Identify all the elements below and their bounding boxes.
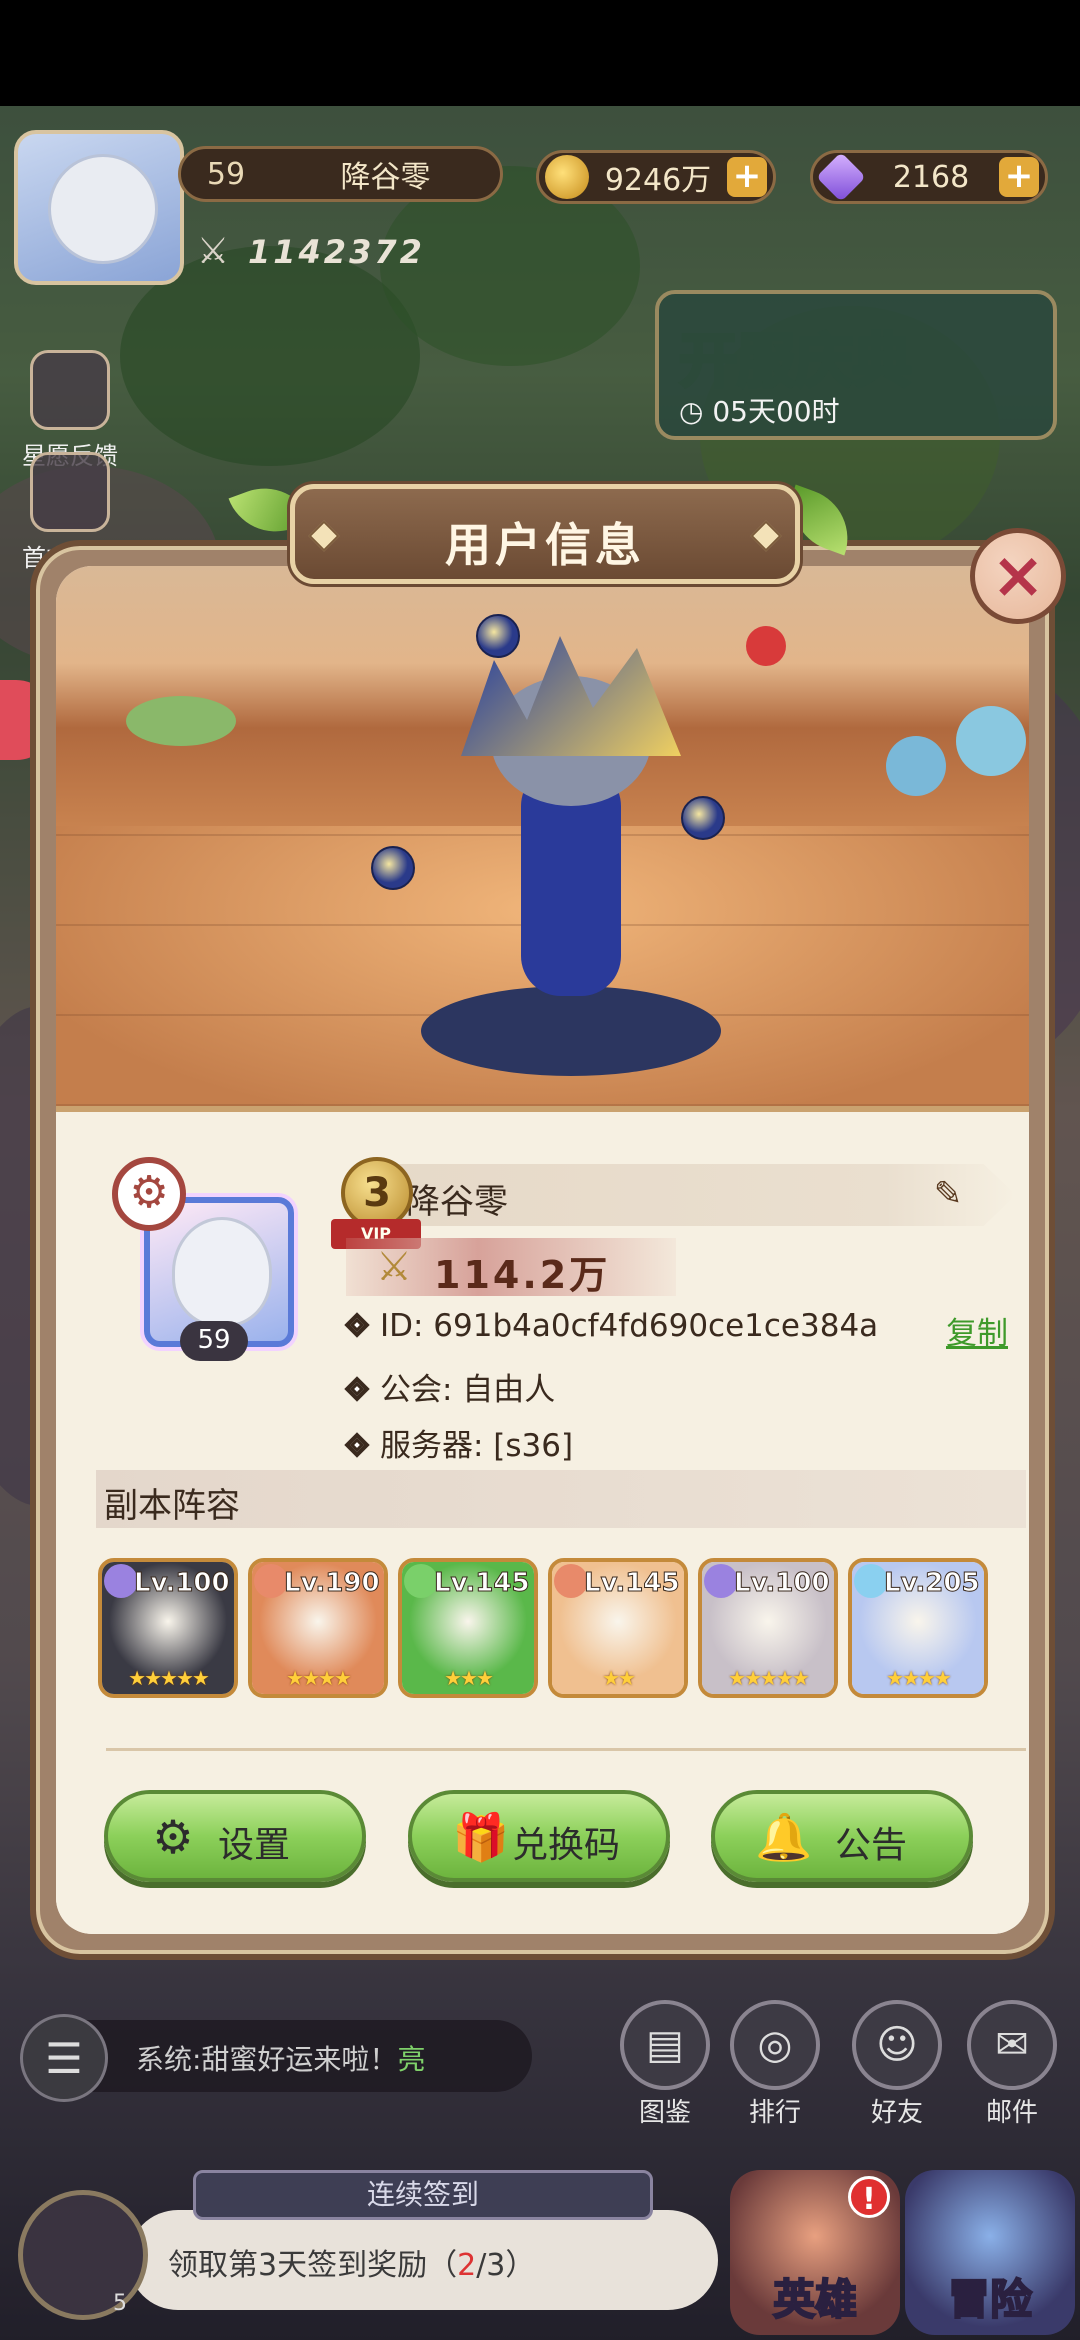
dialog-title: 用户信息 [445, 518, 645, 572]
chat-bar[interactable]: ☰ 系统:甜蜜好运来啦！亮 [20, 2014, 532, 2102]
name-row: 降谷零 ✎ [366, 1164, 1016, 1226]
book-icon: ▤ [620, 2000, 710, 2090]
profile-power: ⚔ 114.2万 [346, 1238, 676, 1297]
notification-badge: ! [848, 2176, 890, 2218]
gold-currency: 9246万 + [536, 150, 776, 204]
crossed-swords-icon: ⚔ [376, 1244, 412, 1290]
gem-icon [816, 152, 866, 202]
hero-card[interactable]: Lv.100 ★★★★★ [698, 1558, 838, 1698]
copy-id-link[interactable]: 复制 [946, 1308, 1008, 1353]
medal-icon: ◎ [730, 2000, 820, 2090]
guild-info: 公会: 自由人 [344, 1364, 555, 1409]
hero-card[interactable]: Lv.145 ★★ [548, 1558, 688, 1698]
edit-name-pencil-icon[interactable]: ✎ [926, 1172, 970, 1216]
orbit-orb [681, 796, 725, 840]
element-icon [704, 1564, 738, 1598]
hero-model [421, 636, 721, 1076]
server-info: 服务器: [s36] [344, 1420, 573, 1465]
avatar-level: 59 [180, 1321, 248, 1361]
gem-amount: 2168 [892, 159, 970, 195]
hero-lineup: Lv.100 ★★★★★ Lv.190 ★★★★ Lv.145 ★★★ Lv.1… [98, 1558, 998, 1708]
element-icon [254, 1564, 288, 1598]
divider [106, 1748, 1026, 1751]
server-launch-event-banner[interactable]: 开服庆典 ◷ 05天00时 [655, 290, 1057, 440]
signin-reward-icon: 5 [18, 2190, 148, 2320]
element-icon [554, 1564, 588, 1598]
chat-message: 系统:甜蜜好运来啦！亮 [136, 2043, 426, 2076]
settings-button[interactable]: ⚙ 设置 [104, 1790, 366, 1882]
close-dialog-button[interactable]: × [970, 528, 1066, 624]
profile-power-value: 114.2万 [434, 1253, 611, 1297]
player-name: 降谷零 [340, 160, 431, 195]
friends-icon: ☺ [852, 2000, 942, 2090]
lineup-header: 副本阵容 [96, 1470, 1026, 1528]
signin-body: 领取第3天签到奖励（2/3） [128, 2210, 718, 2310]
dialog-title-plate: 用户信息 [290, 484, 800, 584]
close-icon: × [991, 539, 1045, 613]
chat-icon: ☰ [20, 2014, 108, 2102]
orbit-orb [371, 846, 415, 890]
avatar-settings-gear-icon[interactable]: ⚙ [112, 1157, 186, 1231]
add-gold-button[interactable]: + [727, 157, 767, 197]
gift-icon [30, 452, 110, 532]
friends-button[interactable]: ☺ 好友 [847, 2000, 947, 2129]
event-timer: ◷ 05天00时 [679, 395, 840, 428]
element-icon [104, 1564, 138, 1598]
gold-coin-icon [545, 155, 589, 199]
mail-button[interactable]: ✉ 邮件 [962, 2000, 1062, 2129]
codex-button[interactable]: ▤ 图鉴 [615, 2000, 715, 2129]
user-info-dialog: 59 ⚙ 降谷零 ✎ 3 VIP ⚔ 114.2万 ID: 691b4a0cf4… [30, 540, 1055, 1960]
daily-signin-panel[interactable]: 领取第3天签到奖励（2/3） 连续签到 5 [18, 2170, 718, 2320]
hero-showcase [56, 566, 1029, 1106]
signin-text: 领取第3天签到奖励（2/3） [168, 2248, 536, 2283]
orbit-orb [476, 614, 520, 658]
status-bar [0, 0, 1080, 106]
hero-button[interactable]: ! 英雄 [730, 2170, 900, 2335]
element-icon [854, 1564, 888, 1598]
hero-card[interactable]: Lv.100 ★★★★★ [98, 1558, 238, 1698]
adventure-button[interactable]: 冒险 [905, 2170, 1075, 2335]
profile-panel: 59 ⚙ 降谷零 ✎ 3 VIP ⚔ 114.2万 ID: 691b4a0cf4… [56, 1106, 1029, 1934]
gem-currency: 2168 + [810, 150, 1048, 204]
gift-icon: 🎁 [452, 1810, 510, 1864]
crossed-swords-icon: ⚔ [196, 231, 230, 272]
add-gem-button[interactable]: + [999, 157, 1039, 197]
player-name-bar[interactable]: 59 降谷零 [178, 146, 503, 202]
notice-button[interactable]: 🔔 公告 [711, 1790, 973, 1882]
gold-amount: 9246万 [604, 163, 712, 198]
star-feedback-icon [30, 350, 110, 430]
signin-title: 连续签到 [193, 2170, 653, 2220]
hero-card[interactable]: Lv.145 ★★★ [398, 1558, 538, 1698]
element-icon [404, 1564, 438, 1598]
player-power: ⚔ 1142372 [190, 228, 425, 276]
envelope-icon: ✉ [967, 2000, 1057, 2090]
bell-icon: 🔔 [755, 1810, 813, 1864]
ranking-button[interactable]: ◎ 排行 [725, 2000, 825, 2129]
player-level: 59 [206, 156, 246, 192]
hero-card[interactable]: Lv.190 ★★★★ [248, 1558, 388, 1698]
player-avatar[interactable] [14, 130, 184, 285]
gear-icon: ⚙ [152, 1810, 194, 1864]
power-value: 1142372 [248, 233, 425, 271]
profile-name: 降谷零 [406, 1182, 508, 1222]
player-id: ID: 691b4a0cf4fd690ce1ce384a [344, 1308, 878, 1344]
event-title: 开服庆典 [677, 326, 912, 397]
hero-card[interactable]: Lv.205 ★★★★ [848, 1558, 988, 1698]
redeem-code-button[interactable]: 🎁 兑换码 [408, 1790, 670, 1882]
